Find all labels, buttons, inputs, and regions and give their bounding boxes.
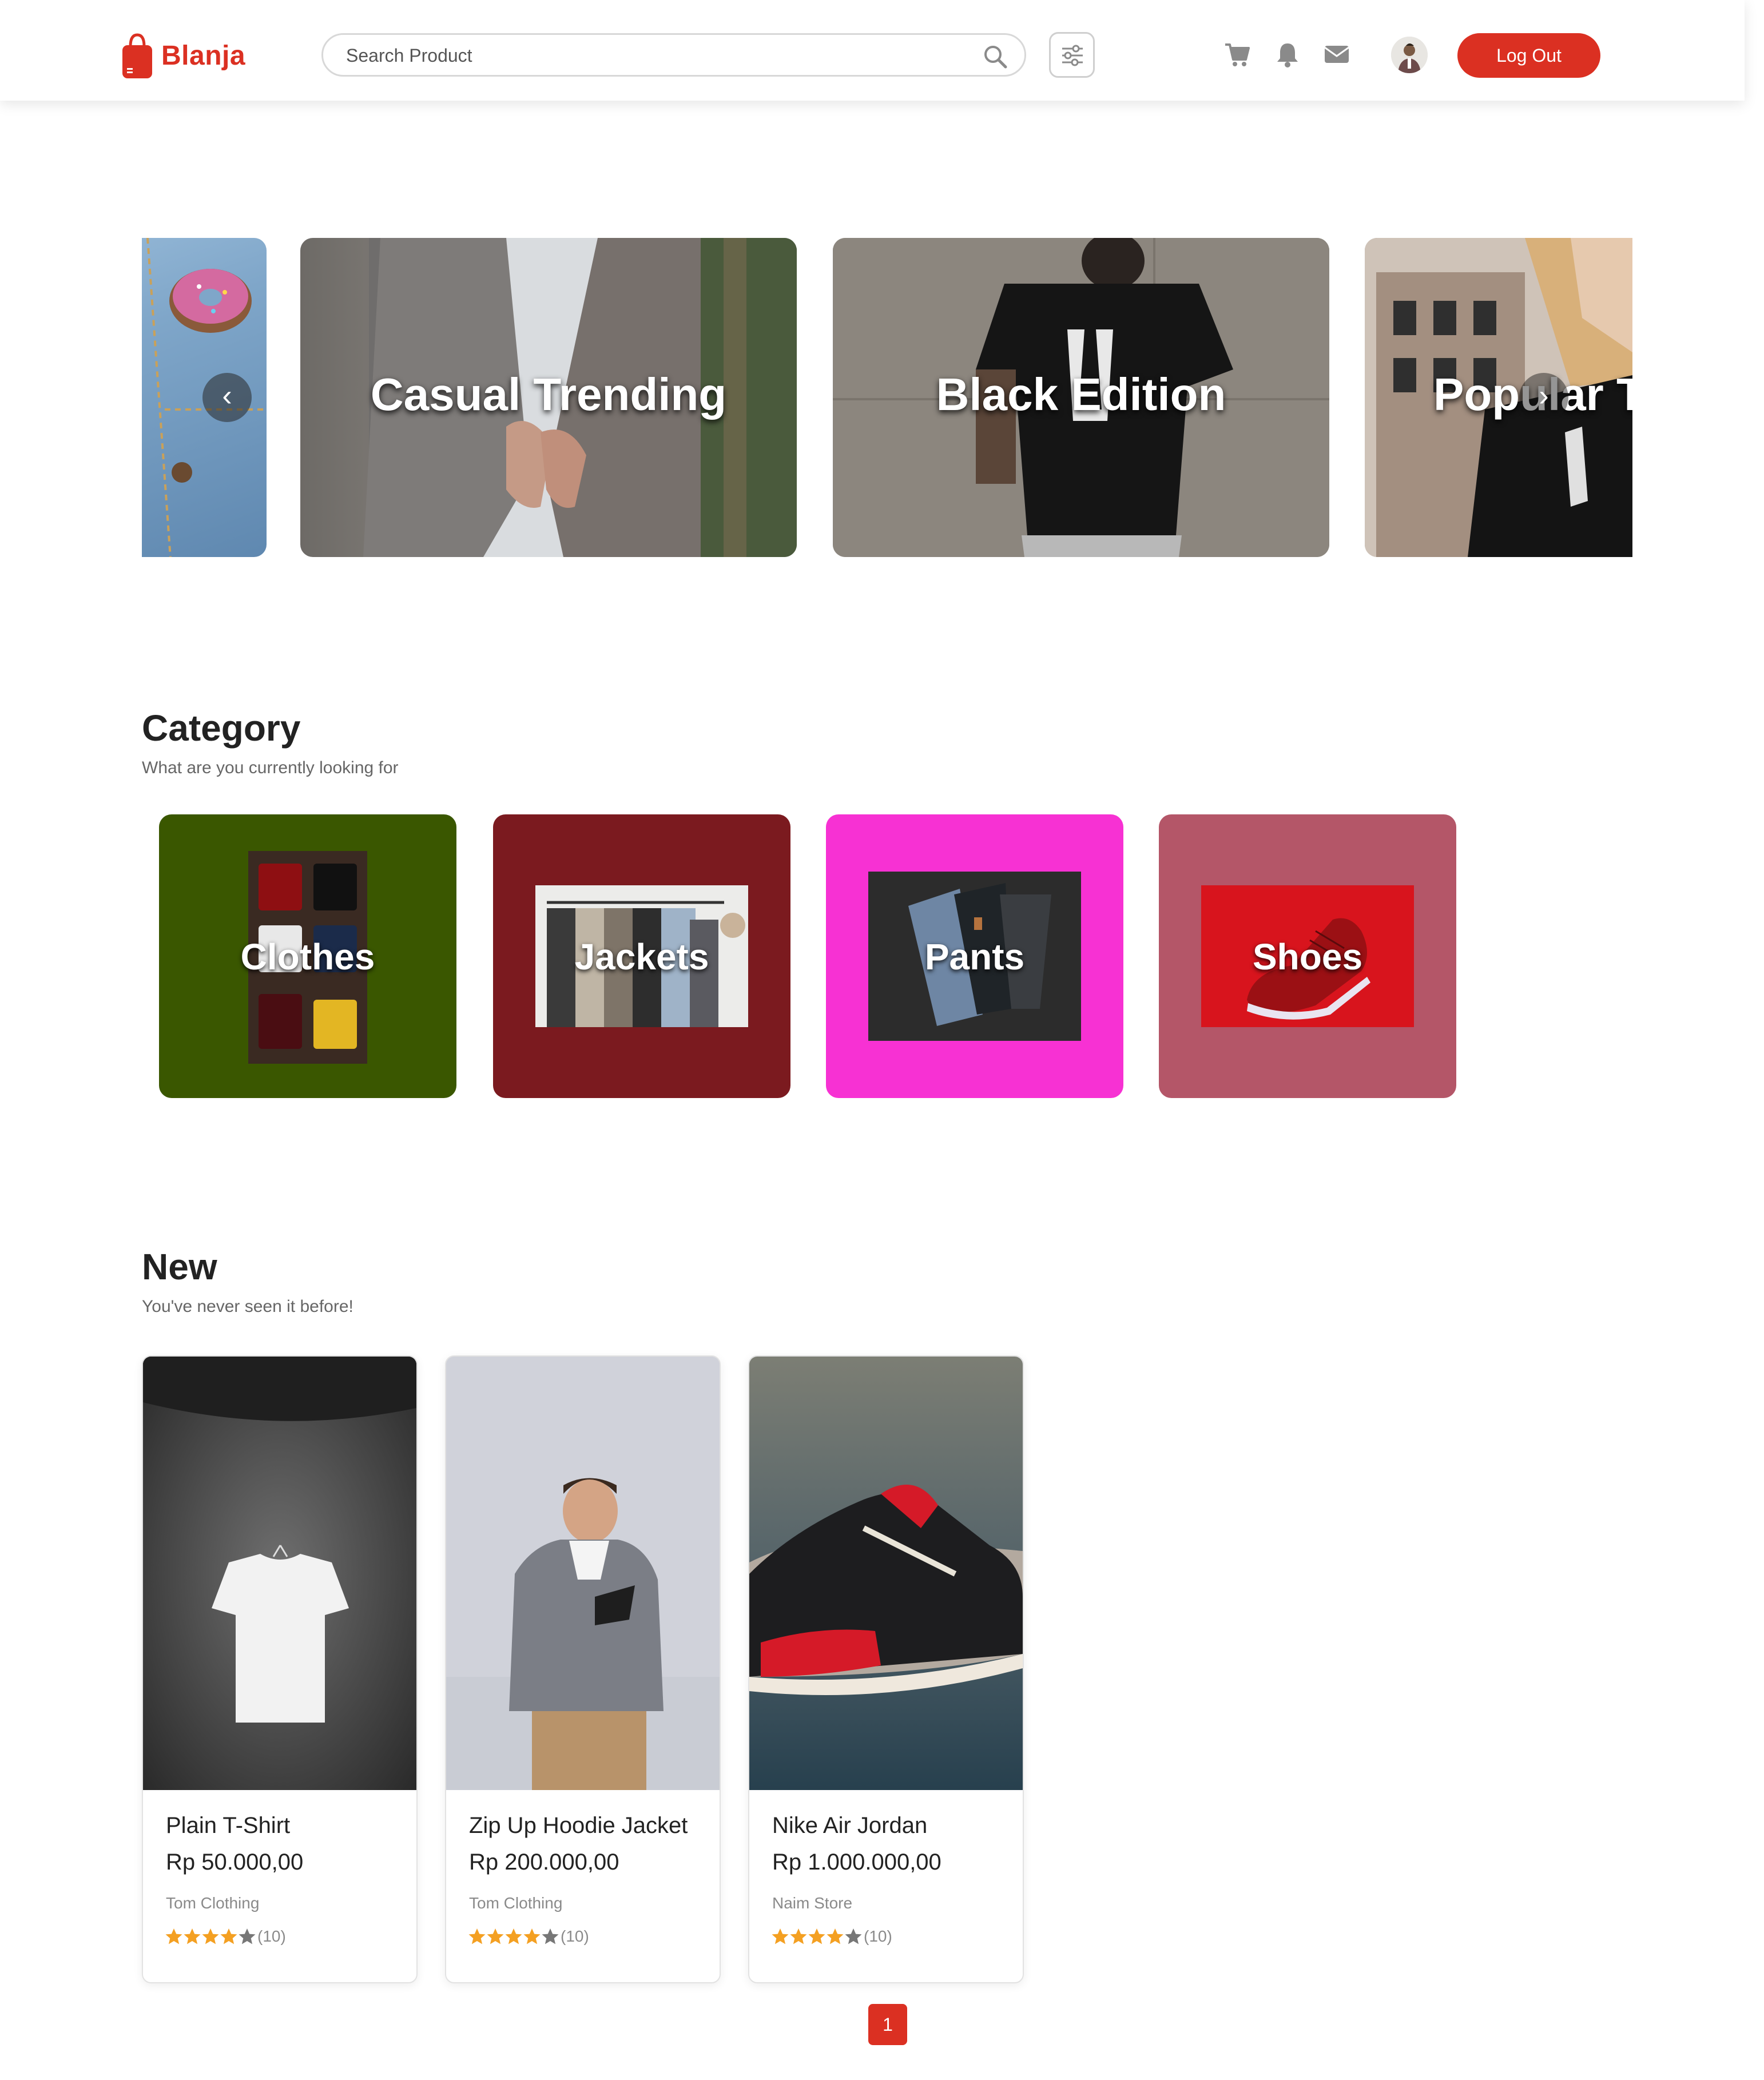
carousel-next-button[interactable]: › xyxy=(1519,373,1568,422)
product-image xyxy=(749,1357,1023,1790)
chevron-right-icon: › xyxy=(1539,379,1549,412)
star-filled-icon xyxy=(220,1928,237,1944)
category-card-jackets[interactable]: Jackets xyxy=(493,814,790,1098)
product-rating: (10) xyxy=(771,1926,892,1947)
star-empty-icon xyxy=(845,1928,862,1944)
product-rating: (10) xyxy=(165,1926,286,1947)
product-price: Rp 1.000.000,00 xyxy=(772,1850,941,1875)
product-name: Zip Up Hoodie Jacket xyxy=(469,1813,688,1838)
star-empty-icon xyxy=(239,1928,256,1944)
category-card-pants[interactable]: Pants xyxy=(826,814,1123,1098)
search-icon[interactable] xyxy=(982,43,1008,70)
rating-count: (10) xyxy=(864,1927,892,1945)
star-filled-icon xyxy=(523,1928,541,1944)
product-card[interactable]: Plain T-Shirt Rp 50.000,00 Tom Clothing … xyxy=(142,1355,418,1983)
carousel-slide[interactable]: Popular Top xyxy=(1365,238,1632,557)
star-filled-icon xyxy=(808,1928,825,1944)
new-subtitle: You've never seen it before! xyxy=(142,1297,353,1316)
product-store: Naim Store xyxy=(772,1894,853,1912)
star-filled-icon xyxy=(827,1928,844,1944)
category-card-shoes[interactable]: Shoes xyxy=(1159,814,1456,1098)
product-store: Tom Clothing xyxy=(166,1894,260,1912)
star-empty-icon xyxy=(542,1928,559,1944)
product-name: Plain T-Shirt xyxy=(166,1813,291,1838)
category-title: Category xyxy=(142,707,301,749)
filter-button[interactable] xyxy=(1049,32,1095,78)
carousel-slide-title: Casual Trending xyxy=(370,369,727,420)
star-filled-icon xyxy=(772,1928,789,1944)
search-bar xyxy=(321,33,1026,77)
mail-icon[interactable] xyxy=(1322,40,1351,69)
rating-count: (10) xyxy=(561,1927,589,1945)
star-filled-icon xyxy=(468,1928,486,1944)
star-filled-icon xyxy=(202,1928,219,1944)
category-subtitle: What are you currently looking for xyxy=(142,758,399,777)
product-name: Nike Air Jordan xyxy=(772,1813,928,1838)
category-label: Pants xyxy=(924,936,1025,977)
category-card-clothes[interactable]: Clothes xyxy=(159,814,456,1098)
shopping-bag-icon xyxy=(120,31,154,79)
star-filled-icon xyxy=(505,1928,522,1944)
search-input[interactable] xyxy=(345,41,965,70)
navbar: Blanja Search Product Log Out xyxy=(0,0,1745,101)
product-rating: (10) xyxy=(468,1926,589,1947)
carousel-slide-title: Black Edition xyxy=(936,369,1226,420)
filter-icon xyxy=(1062,45,1083,66)
chevron-left-icon: ‹ xyxy=(222,379,232,412)
cart-icon[interactable] xyxy=(1223,40,1252,69)
carousel-slide[interactable]: Casual Trending xyxy=(300,238,797,557)
product-price: Rp 50.000,00 xyxy=(166,1850,304,1875)
product-card[interactable]: Zip Up Hoodie Jacket Rp 200.000,00 Tom C… xyxy=(445,1355,721,1983)
logout-button[interactable]: Log Out xyxy=(1457,33,1600,78)
carousel-prev-button[interactable]: ‹ xyxy=(202,373,252,422)
brand-name: Blanja xyxy=(161,40,246,71)
star-filled-icon xyxy=(165,1928,182,1944)
category-label: Jackets xyxy=(574,936,709,977)
pagination-page-button[interactable]: 1 xyxy=(868,2004,907,2045)
brand-logo[interactable]: Blanja xyxy=(120,30,245,81)
product-price: Rp 200.000,00 xyxy=(469,1850,619,1875)
star-filled-icon xyxy=(487,1928,504,1944)
star-filled-icon xyxy=(790,1928,807,1944)
product-image xyxy=(446,1357,720,1790)
hero-carousel: Casual Trending Black Edition Popular T … xyxy=(142,238,1632,558)
product-image xyxy=(143,1357,416,1790)
star-filled-icon xyxy=(184,1928,201,1944)
product-store: Tom Clothing xyxy=(469,1894,563,1912)
rating-count: (10) xyxy=(257,1927,286,1945)
user-avatar[interactable] xyxy=(1391,37,1428,73)
product-card[interactable]: Nike Air Jordan Rp 1.000.000,00 Naim Sto… xyxy=(748,1355,1024,1983)
category-label: Clothes xyxy=(240,936,375,977)
new-title: New xyxy=(142,1246,217,1287)
bell-icon[interactable] xyxy=(1273,40,1302,69)
carousel-slide[interactable]: Black Edition xyxy=(833,238,1329,557)
category-label: Shoes xyxy=(1252,936,1363,977)
